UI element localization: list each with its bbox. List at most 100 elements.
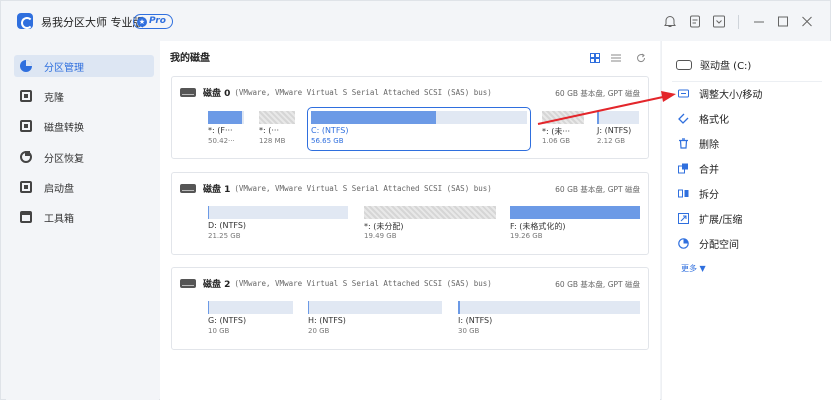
- sidebar-item-partition-recovery[interactable]: 分区恢复: [14, 146, 154, 168]
- more-dropdown[interactable]: 更多 ▼: [681, 263, 706, 274]
- titlebar-separator: [738, 15, 739, 29]
- partition-block[interactable]: *: (··· 128 MB: [259, 111, 297, 147]
- star-icon: ★: [137, 16, 147, 27]
- partition-usage-bar: [311, 111, 527, 124]
- disk-card-2[interactable]: 磁盘 2 (VMware, VMware Virtual S Serial At…: [171, 267, 649, 350]
- sidebar-item-label: 分区恢复: [44, 153, 84, 165]
- sidebar-item-partition-manager[interactable]: 分区管理: [14, 55, 154, 77]
- partition-size: 1.06 GB: [542, 137, 571, 145]
- disk-description: (VMware, VMware Virtual S Serial Attache…: [234, 279, 492, 288]
- partition-label: H: (NTFS): [308, 316, 346, 325]
- partition-usage-bar: [208, 206, 348, 219]
- operation-label: 合并: [699, 165, 719, 176]
- sidebar-item-disk-convert[interactable]: 磁盘转换: [14, 115, 154, 137]
- close-icon[interactable]: [801, 15, 813, 28]
- disk-card-1[interactable]: 磁盘 1 (VMware, VMware Virtual S Serial At…: [171, 172, 649, 255]
- partition-label: *: (未分配): [364, 222, 404, 231]
- app-logo-icon: [17, 13, 33, 29]
- partition-block[interactable]: *: (未··· 1.06 GB: [542, 111, 584, 147]
- disk-header: 磁盘 0 (VMware, VMware Virtual S Serial At…: [180, 86, 492, 99]
- partition-unallocated-bar: [259, 111, 295, 124]
- operation-label: 扩展/压缩: [699, 215, 743, 226]
- partition-size: 128 MB: [259, 137, 286, 145]
- grid-view-icon[interactable]: [590, 53, 600, 63]
- partition-usage-fill: [510, 206, 640, 219]
- partition-block[interactable]: G: (NTFS) 10 GB: [208, 301, 293, 337]
- refresh-icon[interactable]: [636, 53, 646, 63]
- partition-block[interactable]: H: (NTFS) 20 GB: [308, 301, 442, 337]
- document-icon[interactable]: [689, 15, 701, 28]
- partition-usage-fill: [208, 206, 210, 219]
- sidebar-item-label: 工具箱: [44, 213, 74, 225]
- disk-name: 磁盘 2: [203, 280, 231, 290]
- resize-move-button[interactable]: 调整大小/移动: [678, 86, 762, 101]
- partition-block[interactable]: F: (未格式化的) 19.26 GB: [510, 206, 640, 242]
- sidebar-item-clone[interactable]: 克隆: [14, 85, 154, 107]
- extend-shrink-button[interactable]: 扩展/压缩: [678, 211, 742, 226]
- selected-drive-label: 驱动盘 (C:): [700, 61, 752, 72]
- partition-size: 2.12 GB: [597, 137, 626, 145]
- operation-label: 调整大小/移动: [699, 90, 763, 101]
- partition-label: D: (NTFS): [208, 221, 247, 230]
- partition-block-selected[interactable]: C: (NTFS) 56.65 GB: [307, 107, 531, 151]
- disk-info: 60 GB 基本盘, GPT 磁盘: [555, 185, 640, 194]
- clone-icon: [20, 90, 32, 102]
- partition-block[interactable]: *: (未分配) 19.49 GB: [364, 206, 496, 242]
- merge-button[interactable]: 合并: [678, 161, 719, 176]
- operation-label: 格式化: [699, 115, 729, 126]
- partition-usage-bar: [597, 111, 639, 124]
- partition-pie-icon: [20, 60, 32, 72]
- sidebar-item-label: 克隆: [44, 92, 64, 104]
- partition-label: F: (未格式化的): [510, 222, 566, 231]
- extend-shrink-icon: [678, 213, 689, 224]
- partition-label: J: (NTFS): [597, 126, 632, 135]
- partition-usage-fill: [597, 111, 600, 124]
- partition-usage-fill: [458, 301, 460, 314]
- hard-disk-icon: [180, 184, 196, 193]
- maximize-icon[interactable]: [777, 15, 789, 28]
- format-button[interactable]: 格式化: [678, 111, 729, 126]
- sidebar-item-boot-disk[interactable]: 启动盘: [14, 176, 154, 198]
- split-button[interactable]: 拆分: [678, 186, 719, 201]
- partition-block[interactable]: *: (F··· 50.42···: [208, 111, 246, 147]
- disk-name: 磁盘 1: [203, 185, 231, 195]
- boot-disk-icon: [20, 181, 32, 193]
- pro-badge[interactable]: ★ Pro: [133, 14, 173, 29]
- partition-block[interactable]: D: (NTFS) 21.25 GB: [208, 206, 348, 242]
- partition-usage-fill: [208, 301, 209, 314]
- partition-size: 21.25 GB: [208, 232, 241, 240]
- app-title: 易我分区大师 专业版: [41, 16, 144, 29]
- partition-unallocated-bar: [364, 206, 496, 219]
- sidebar: 分区管理 克隆 磁盘转换 分区恢复 启动盘 工具箱: [6, 41, 159, 400]
- partition-size: 20 GB: [308, 327, 330, 335]
- partition-size: 10 GB: [208, 327, 230, 335]
- pro-label: Pro: [149, 16, 166, 26]
- delete-button[interactable]: 删除: [678, 136, 719, 151]
- partition-size: 19.49 GB: [364, 232, 397, 240]
- partition-recovery-icon: [20, 151, 32, 163]
- hard-disk-icon: [180, 88, 196, 97]
- partition-usage-fill: [208, 111, 243, 124]
- sidebar-item-toolbox[interactable]: 工具箱: [14, 206, 154, 228]
- minimize-icon[interactable]: [753, 15, 765, 28]
- partition-block[interactable]: I: (NTFS) 30 GB: [458, 301, 640, 337]
- operation-label: 分配空间: [699, 240, 739, 251]
- disk-card-0[interactable]: 磁盘 0 (VMware, VMware Virtual S Serial At…: [171, 76, 649, 159]
- partition-label: *: (F···: [208, 126, 233, 135]
- partition-usage-bar: [510, 206, 640, 219]
- toolbox-icon: [20, 211, 32, 223]
- disk-header: 磁盘 2 (VMware, VMware Virtual S Serial At…: [180, 277, 492, 290]
- main-panel: 我的磁盘 磁盘 0 (VMware, VMware Virtual S Seri…: [160, 41, 660, 400]
- disk-description: (VMware, VMware Virtual S Serial Attache…: [234, 88, 492, 97]
- partition-block[interactable]: J: (NTFS) 2.12 GB: [597, 111, 639, 147]
- allocate-space-button[interactable]: 分配空间: [678, 236, 739, 251]
- title-bar: 易我分区大师 专业版 ★ Pro: [1, 1, 830, 41]
- sidebar-item-label: 启动盘: [44, 183, 74, 195]
- disk-description: (VMware, VMware Virtual S Serial Attache…: [234, 184, 492, 193]
- list-view-icon[interactable]: [611, 53, 621, 63]
- dropdown-box-icon[interactable]: [713, 15, 725, 28]
- partition-size: 56.65 GB: [311, 137, 344, 145]
- page-title: 我的磁盘: [170, 53, 210, 64]
- bell-icon[interactable]: [664, 15, 676, 28]
- partition-size: 19.26 GB: [510, 232, 543, 240]
